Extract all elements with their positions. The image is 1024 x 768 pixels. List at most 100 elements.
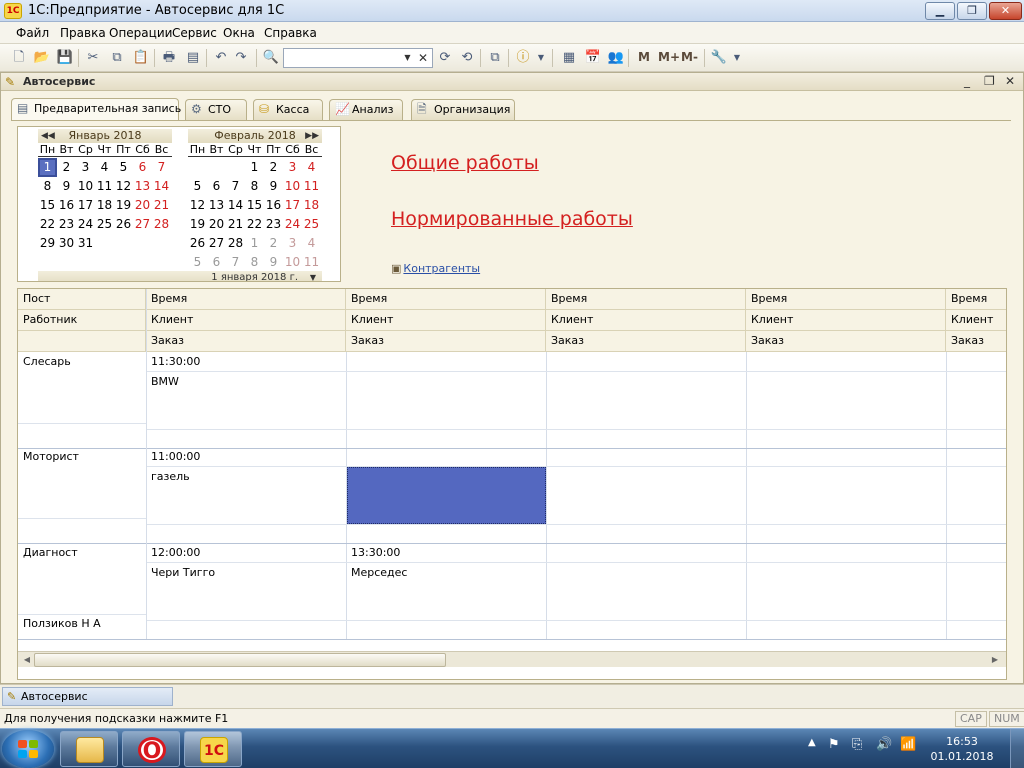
horizontal-scrollbar[interactable]: ◀ ▶	[18, 651, 1006, 667]
calendar-day[interactable]: 20	[207, 215, 226, 234]
contractors-link[interactable]: ▣ Контрагенты	[391, 262, 480, 275]
calendar-day[interactable]: 11	[302, 253, 321, 272]
calendar-day[interactable]: 2	[264, 158, 283, 177]
column-header-time[interactable]: Время	[546, 289, 746, 310]
column-header-order[interactable]: Заказ	[946, 331, 1006, 352]
memory-plus-button[interactable]: M+	[658, 50, 680, 64]
calendar-day[interactable]: 18	[95, 196, 114, 215]
taskbar-opera[interactable]: O	[122, 731, 180, 767]
calendar-day[interactable]: 19	[188, 215, 207, 234]
menu-file[interactable]: Файл	[16, 26, 49, 40]
new-document-icon[interactable]: 🗋	[10, 49, 28, 67]
calendar-day[interactable]: 12	[114, 177, 133, 196]
calendar-day[interactable]: 28	[226, 234, 245, 253]
start-button[interactable]	[2, 730, 54, 768]
column-header-worker[interactable]: Работник	[18, 310, 146, 331]
column-header-order[interactable]: Заказ	[746, 331, 946, 352]
column-header-time[interactable]: Время	[946, 289, 1006, 310]
calendar-day[interactable]: 26	[114, 215, 133, 234]
clear-icon[interactable]: ✕	[415, 49, 431, 67]
column-header-client[interactable]: Клиент	[146, 310, 346, 331]
tab-organization[interactable]: 🗎 Организация	[411, 99, 515, 120]
column-header-time[interactable]: Время	[346, 289, 546, 310]
calendar-day[interactable]: 1	[245, 158, 264, 177]
calendar-day[interactable]: 10	[283, 253, 302, 272]
next-month-icon[interactable]: ▶▶	[305, 129, 319, 143]
scroll-right-icon[interactable]: ▶	[988, 654, 1002, 666]
calendar-day[interactable]: 3	[283, 234, 302, 253]
calendar-day[interactable]: 9	[57, 177, 76, 196]
slot-client[interactable]: BMW	[146, 372, 346, 392]
memory-button[interactable]: M	[638, 50, 650, 64]
column-header-order[interactable]: Заказ	[146, 331, 346, 352]
calendar-day[interactable]: 5	[188, 253, 207, 272]
undo-icon[interactable]: ↶	[212, 49, 230, 67]
close-button[interactable]: ✕	[989, 2, 1022, 20]
restore-icon[interactable]: ❐	[984, 74, 995, 88]
minimize-icon[interactable]: _	[964, 74, 970, 88]
calendar-day[interactable]: 6	[207, 253, 226, 272]
column-header-client[interactable]: Клиент	[946, 310, 1006, 331]
save-icon[interactable]: 💾	[56, 49, 74, 67]
calendar-day[interactable]: 26	[188, 234, 207, 253]
calendar-day[interactable]: 10	[76, 177, 95, 196]
calendar-day[interactable]: 1	[38, 158, 57, 177]
slot-time[interactable]: 12:00:00	[146, 543, 346, 562]
calendar-day[interactable]: 16	[264, 196, 283, 215]
column-header-client[interactable]: Клиент	[746, 310, 946, 331]
tab-preliminary-booking[interactable]: ▤ Предварительная запись	[11, 98, 181, 121]
calendar-day[interactable]: 1	[245, 234, 264, 253]
calendar-day[interactable]: 10	[283, 177, 302, 196]
calendar-day[interactable]: 22	[245, 215, 264, 234]
users-icon[interactable]: 👥	[607, 49, 625, 67]
memory-minus-button[interactable]: M-	[681, 50, 698, 64]
calendar-day[interactable]: 17	[283, 196, 302, 215]
tab-cash[interactable]: ⛁ Касса	[253, 99, 323, 120]
column-header-time[interactable]: Время	[146, 289, 346, 310]
paste-icon[interactable]: 📋	[132, 49, 150, 67]
calendar-day[interactable]: 7	[152, 158, 171, 177]
taskbar-1c[interactable]: 1С	[184, 731, 242, 767]
slot-time[interactable]: 11:30:00	[146, 352, 346, 371]
show-desktop-button[interactable]	[1010, 729, 1024, 768]
calendar-day[interactable]: 19	[114, 196, 133, 215]
calendar-day[interactable]: 16	[57, 196, 76, 215]
previous-month-icon[interactable]: ◀◀	[41, 129, 55, 143]
chevron-down-icon[interactable]: ▼	[728, 49, 746, 67]
search-input[interactable]	[284, 49, 402, 67]
calendar-day[interactable]: 7	[226, 177, 245, 196]
calendar-day[interactable]: 28	[152, 215, 171, 234]
calendar-day[interactable]: 15	[38, 196, 57, 215]
calendar-day[interactable]: 6	[133, 158, 152, 177]
calendar-day[interactable]: 3	[76, 158, 95, 177]
calendar-day[interactable]: 14	[226, 196, 245, 215]
volume-icon[interactable]: 🔊	[876, 737, 892, 752]
calendar-day[interactable]: 30	[57, 234, 76, 253]
calendar-day[interactable]: 9	[264, 253, 283, 272]
calendar-day[interactable]: 6	[207, 177, 226, 196]
info-icon[interactable]: ⓘ	[514, 49, 532, 67]
tab-analysis[interactable]: 📈 Анализ	[329, 99, 403, 120]
redo-icon[interactable]: ↷	[232, 49, 250, 67]
search-box[interactable]: ▼ ✕	[283, 48, 433, 68]
column-header-order[interactable]: Заказ	[346, 331, 546, 352]
menu-windows[interactable]: Окна	[223, 26, 255, 40]
slot-client[interactable]: Мерседес	[346, 563, 546, 583]
menu-edit[interactable]: Правка	[60, 26, 106, 40]
device-icon[interactable]: ⎘	[852, 737, 862, 752]
open-folder-icon[interactable]: 📂	[33, 49, 51, 67]
tray-expand-icon[interactable]: ▲	[808, 737, 816, 748]
windows-icon[interactable]: ⧉	[486, 49, 504, 67]
calendar-day[interactable]: 13	[133, 177, 152, 196]
calendar-day[interactable]: 2	[264, 234, 283, 253]
slot-client[interactable]: газель	[146, 467, 346, 487]
calendar-day[interactable]: 3	[283, 158, 302, 177]
network-icon[interactable]: 📶	[900, 737, 916, 752]
slot-client[interactable]: Чери Тигго	[146, 563, 346, 583]
calendar-day[interactable]: 2	[57, 158, 76, 177]
calendar-day[interactable]: 15	[245, 196, 264, 215]
calendar-day[interactable]: 27	[207, 234, 226, 253]
calendar-day[interactable]: 29	[38, 234, 57, 253]
column-header-client[interactable]: Клиент	[546, 310, 746, 331]
calendar-day[interactable]: 22	[38, 215, 57, 234]
